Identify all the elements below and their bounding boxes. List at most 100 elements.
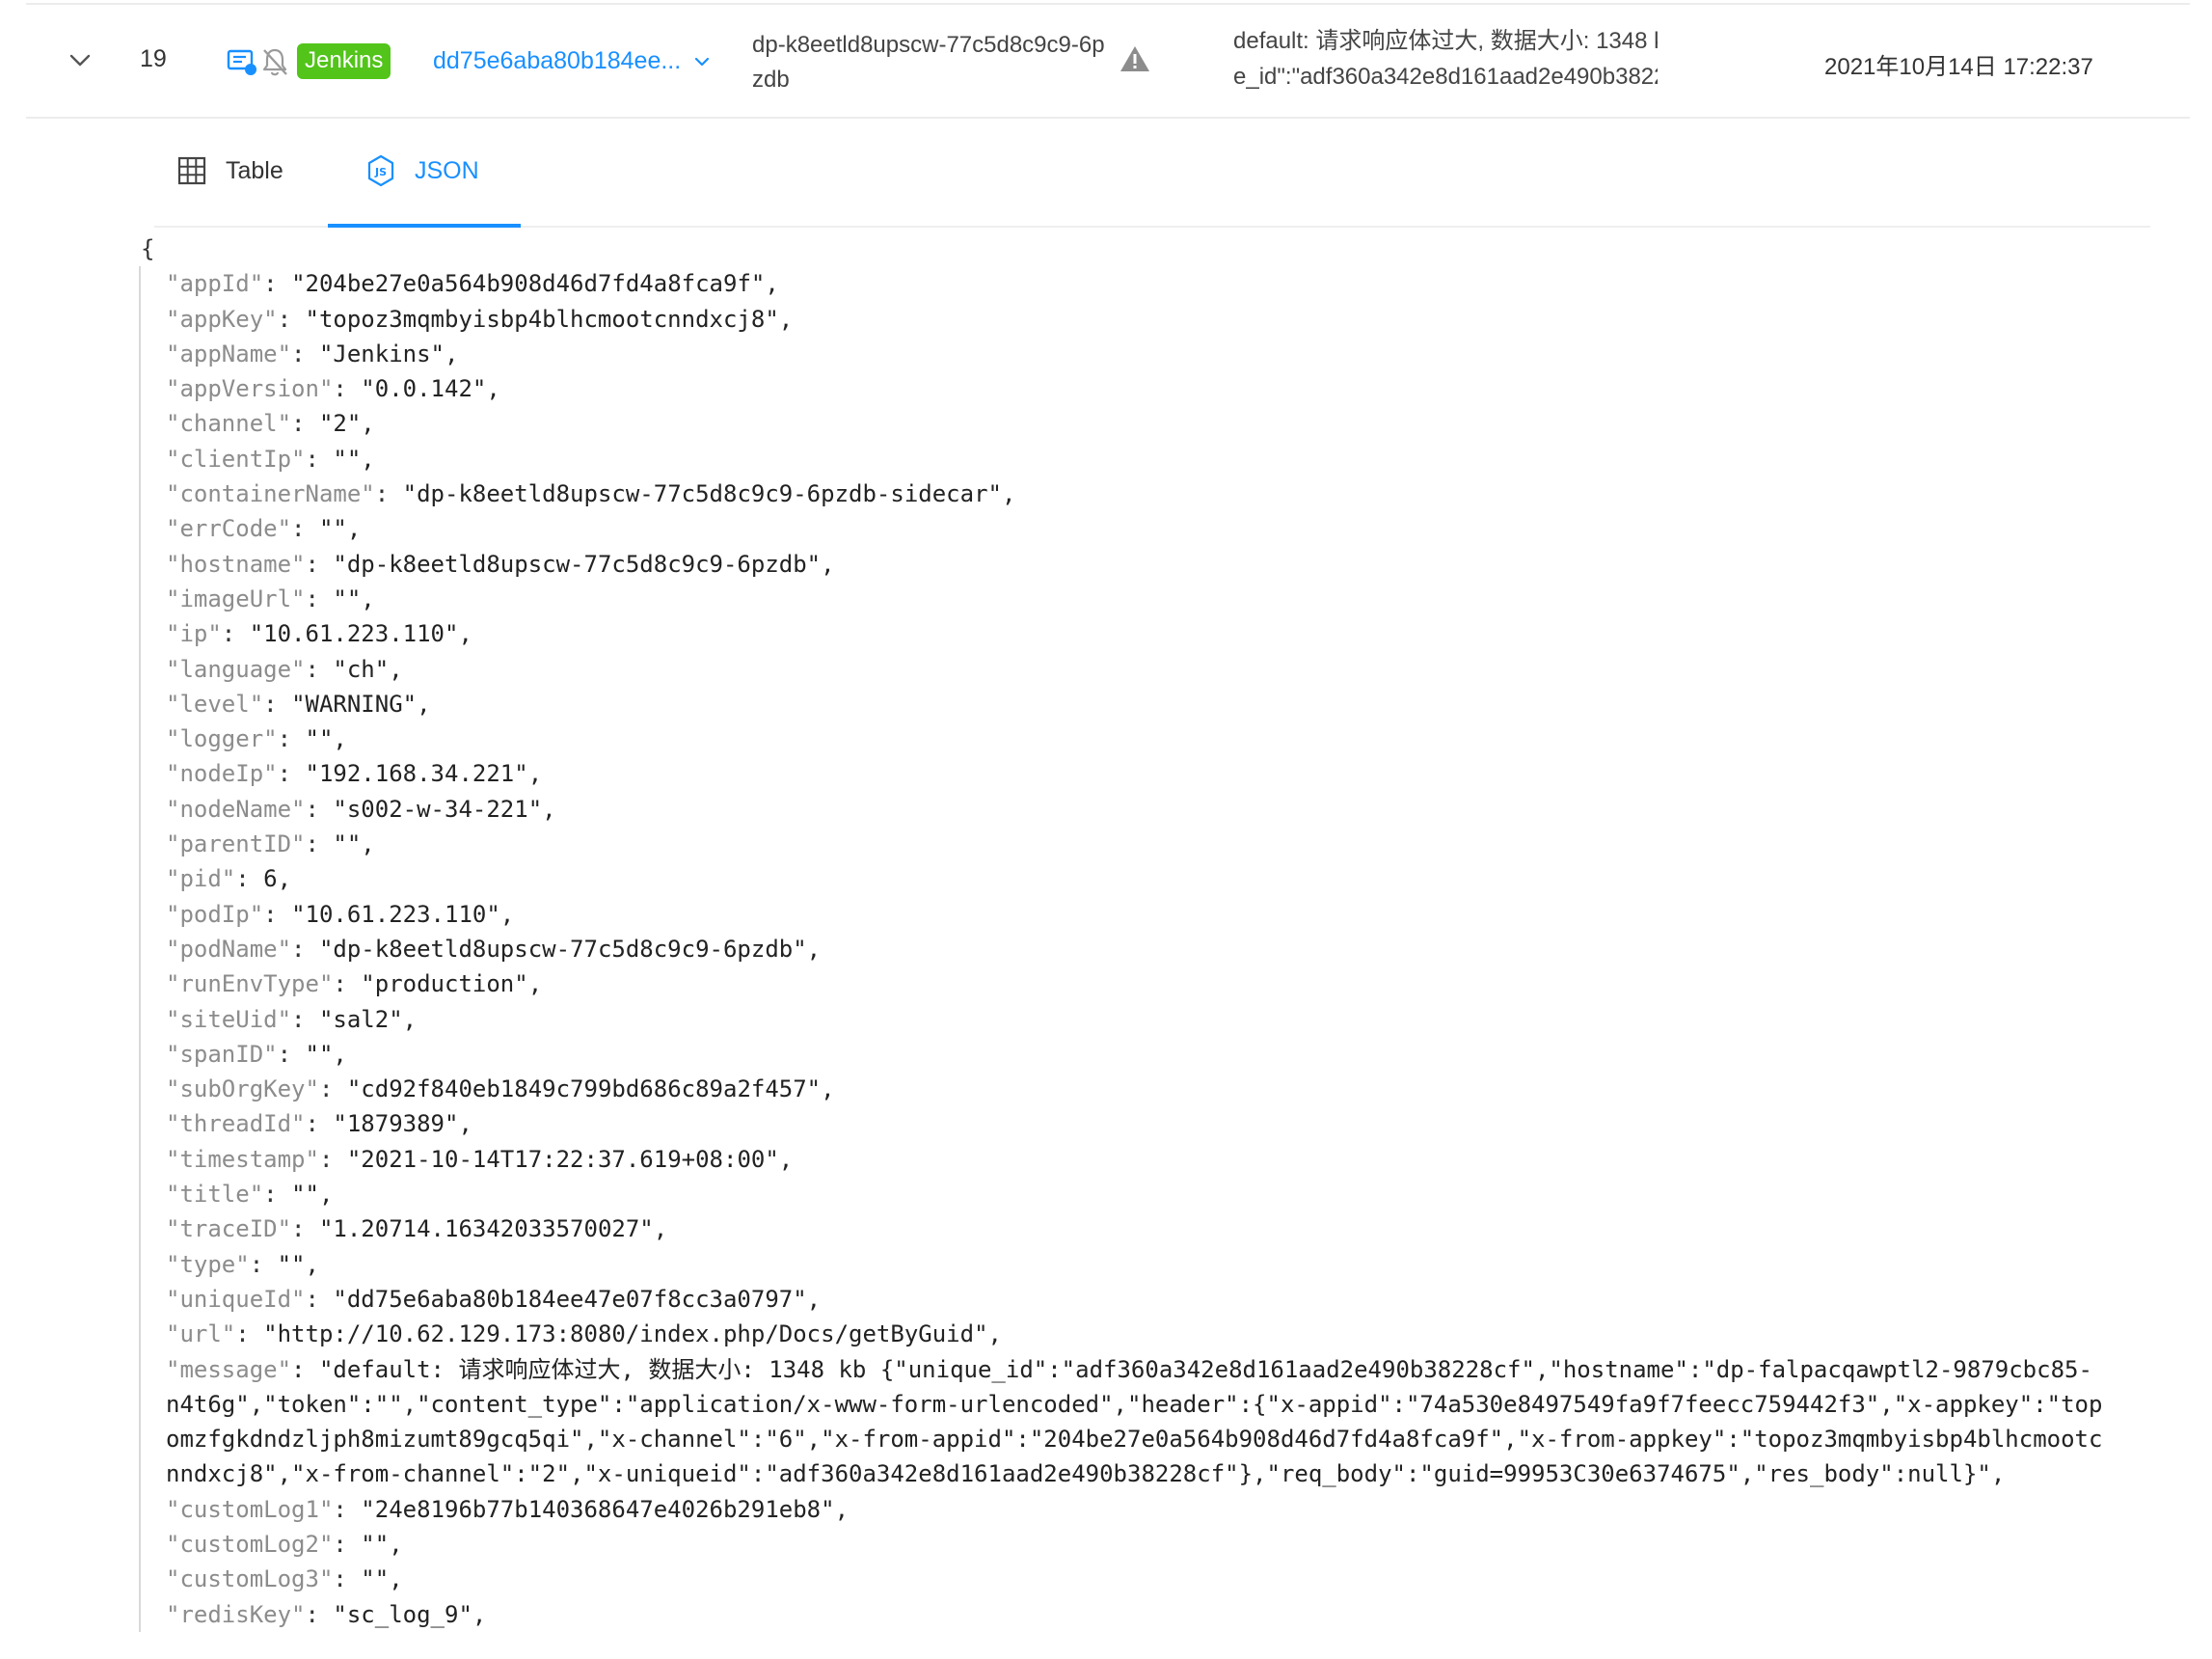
json-value: "",	[333, 830, 375, 858]
json-key: "pid"	[166, 865, 236, 893]
json-key: "url"	[166, 1320, 236, 1348]
json-value: "dd75e6aba80b184ee47e07f8cc3a0797",	[333, 1285, 822, 1313]
json-key: "threadId"	[166, 1110, 306, 1138]
json-value: "10.61.223.110",	[291, 900, 515, 928]
unique-id-link[interactable]: dd75e6aba80b184ee...	[433, 47, 710, 75]
json-value: "production",	[361, 970, 543, 998]
json-value: "s002-w-34-221",	[333, 795, 556, 823]
message-preview-line: default: 请求响应体过大, 数据大小: 1348 kb {"uniqu	[1233, 28, 1658, 54]
json-field: "redisKey": "sc_log_9",	[166, 1600, 487, 1628]
json-value: "sal2",	[318, 1005, 418, 1033]
json-field: "logger": "",	[166, 725, 347, 753]
json-key: "errCode"	[166, 515, 292, 543]
app-icons: Jenkins	[226, 43, 391, 79]
json-value: "default: 请求响应体过大, 数据大小: 1348 kb {"uniqu…	[166, 1355, 2103, 1488]
json-key: "nodeIp"	[166, 760, 278, 788]
json-value: "",	[305, 725, 347, 753]
collapse-chevron-icon[interactable]	[61, 41, 99, 80]
json-value: "WARNING",	[291, 690, 431, 718]
json-field: "appVersion": "0.0.142",	[166, 375, 500, 403]
json-field: "uniqueId": "dd75e6aba80b184ee47e07f8cc3…	[166, 1285, 822, 1313]
json-field: "errCode": "",	[166, 515, 362, 543]
container-info-icon[interactable]	[226, 45, 258, 78]
json-field: "threadId": "1879389",	[166, 1110, 472, 1138]
json-key: "appName"	[166, 340, 292, 367]
chevron-down-icon[interactable]	[694, 57, 710, 67]
json-key: "runEnvType"	[166, 970, 334, 998]
tab-label: JSON	[415, 156, 479, 184]
json-key: "appId"	[166, 270, 264, 298]
json-key: "channel"	[166, 410, 292, 438]
pod-name: dp-k8eetld8upscw-77c5d8c9c9-6pzdb	[752, 32, 1105, 93]
json-key: "level"	[166, 690, 264, 718]
json-key: "siteUid"	[166, 1005, 292, 1033]
json-key: "hostname"	[166, 550, 306, 578]
json-value: "",	[305, 1040, 347, 1068]
json-value: "http://10.62.129.173:8080/index.php/Doc…	[263, 1320, 1002, 1348]
json-key: "customLog3"	[166, 1565, 334, 1593]
json-field: "nodeIp": "192.168.34.221",	[166, 760, 543, 788]
json-field: "level": "WARNING",	[166, 690, 431, 718]
json-value: "sc_log_9",	[333, 1600, 487, 1628]
json-field: "hostname": "dp-k8eetld8upscw-77c5d8c9c9…	[166, 550, 835, 578]
json-value: "Jenkins",	[318, 340, 459, 367]
json-key: "appVersion"	[166, 375, 334, 403]
json-value: "",	[361, 1530, 403, 1558]
alert-muted-icon[interactable]	[258, 45, 291, 78]
json-field: "language": "ch",	[166, 655, 403, 683]
json-body: "appId": "204be27e0a564b908d46d7fd4a8fca…	[139, 266, 2183, 1632]
json-value: "1.20714.16342033570027",	[318, 1215, 668, 1243]
json-key: "containerName"	[166, 480, 375, 508]
json-value: "",	[291, 1181, 334, 1209]
json-field: "ip": "10.61.223.110",	[166, 620, 472, 648]
table-grid-icon	[177, 156, 206, 185]
json-field: "subOrgKey": "cd92f840eb1849c799bd686c89…	[166, 1075, 835, 1103]
json-value: "dp-k8eetld8upscw-77c5d8c9c9-6pzdb",	[318, 935, 822, 963]
json-key: "podName"	[166, 935, 292, 963]
log-table-row[interactable]: 19 Jenkins dd75e6aba80b184ee... dp-k8eet…	[26, 3, 2190, 119]
json-message-field: "message": "default: 请求响应体过大, 数据大小: 1348…	[166, 1355, 2103, 1488]
row-index: 19	[140, 45, 167, 72]
json-value: "",	[333, 585, 375, 612]
json-field: "spanID": "",	[166, 1040, 347, 1068]
active-tab-indicator	[328, 224, 521, 228]
json-value: "0.0.142",	[361, 375, 500, 403]
json-value: "dp-k8eetld8upscw-77c5d8c9c9-6pzdb-sidec…	[402, 480, 1016, 508]
json-field: "timestamp": "2021-10-14T17:22:37.619+08…	[166, 1145, 794, 1173]
json-value: "",	[318, 515, 362, 543]
json-value: "cd92f840eb1849c799bd686c89a2f457",	[346, 1075, 835, 1103]
unique-id-text[interactable]: dd75e6aba80b184ee...	[433, 47, 681, 75]
json-open-brace: {	[141, 235, 155, 262]
json-field: "appId": "204be27e0a564b908d46d7fd4a8fca…	[166, 270, 779, 298]
message-preview-line: e_id":"adf360a342e8d161aad2e490b38228cf"…	[1233, 64, 1658, 90]
json-value: "192.168.34.221",	[305, 760, 543, 788]
json-key: "customLog2"	[166, 1530, 334, 1558]
json-value: 6,	[263, 865, 292, 893]
svg-text:JS: JS	[374, 166, 387, 178]
json-key: "podIp"	[166, 900, 264, 928]
json-key: "subOrgKey"	[166, 1075, 319, 1103]
json-value: "",	[333, 445, 375, 473]
json-field: "traceID": "1.20714.16342033570027",	[166, 1215, 668, 1243]
json-field: "customLog1": "24e8196b77b140368647e4026…	[166, 1495, 850, 1523]
json-field: "appKey": "topoz3mqmbyisbp4blhcmootcnndx…	[166, 305, 794, 333]
row-timestamp: 2021年10月14日 17:22:37	[1824, 54, 2093, 80]
json-key: "timestamp"	[166, 1145, 319, 1173]
json-key: "redisKey"	[166, 1600, 306, 1628]
json-key: "parentID"	[166, 830, 306, 858]
json-field: "runEnvType": "production",	[166, 970, 543, 998]
app-name-badge: Jenkins	[297, 43, 391, 79]
json-field: "type": "",	[166, 1250, 319, 1278]
json-value: "topoz3mqmbyisbp4blhcmootcnndxcj8",	[305, 305, 794, 333]
json-field: "parentID": "",	[166, 830, 375, 858]
tab-json[interactable]: JS JSON	[366, 116, 479, 226]
json-field: "title": "",	[166, 1181, 334, 1209]
json-field: "customLog3": "",	[166, 1565, 403, 1593]
json-key: "message"	[166, 1355, 292, 1383]
json-field: "nodeName": "s002-w-34-221",	[166, 795, 556, 823]
json-field: "siteUid": "sal2",	[166, 1005, 418, 1033]
json-field: "customLog2": "",	[166, 1530, 403, 1558]
tab-table[interactable]: Table	[177, 116, 283, 226]
json-value: "1879389",	[333, 1110, 472, 1138]
json-key: "logger"	[166, 725, 278, 753]
